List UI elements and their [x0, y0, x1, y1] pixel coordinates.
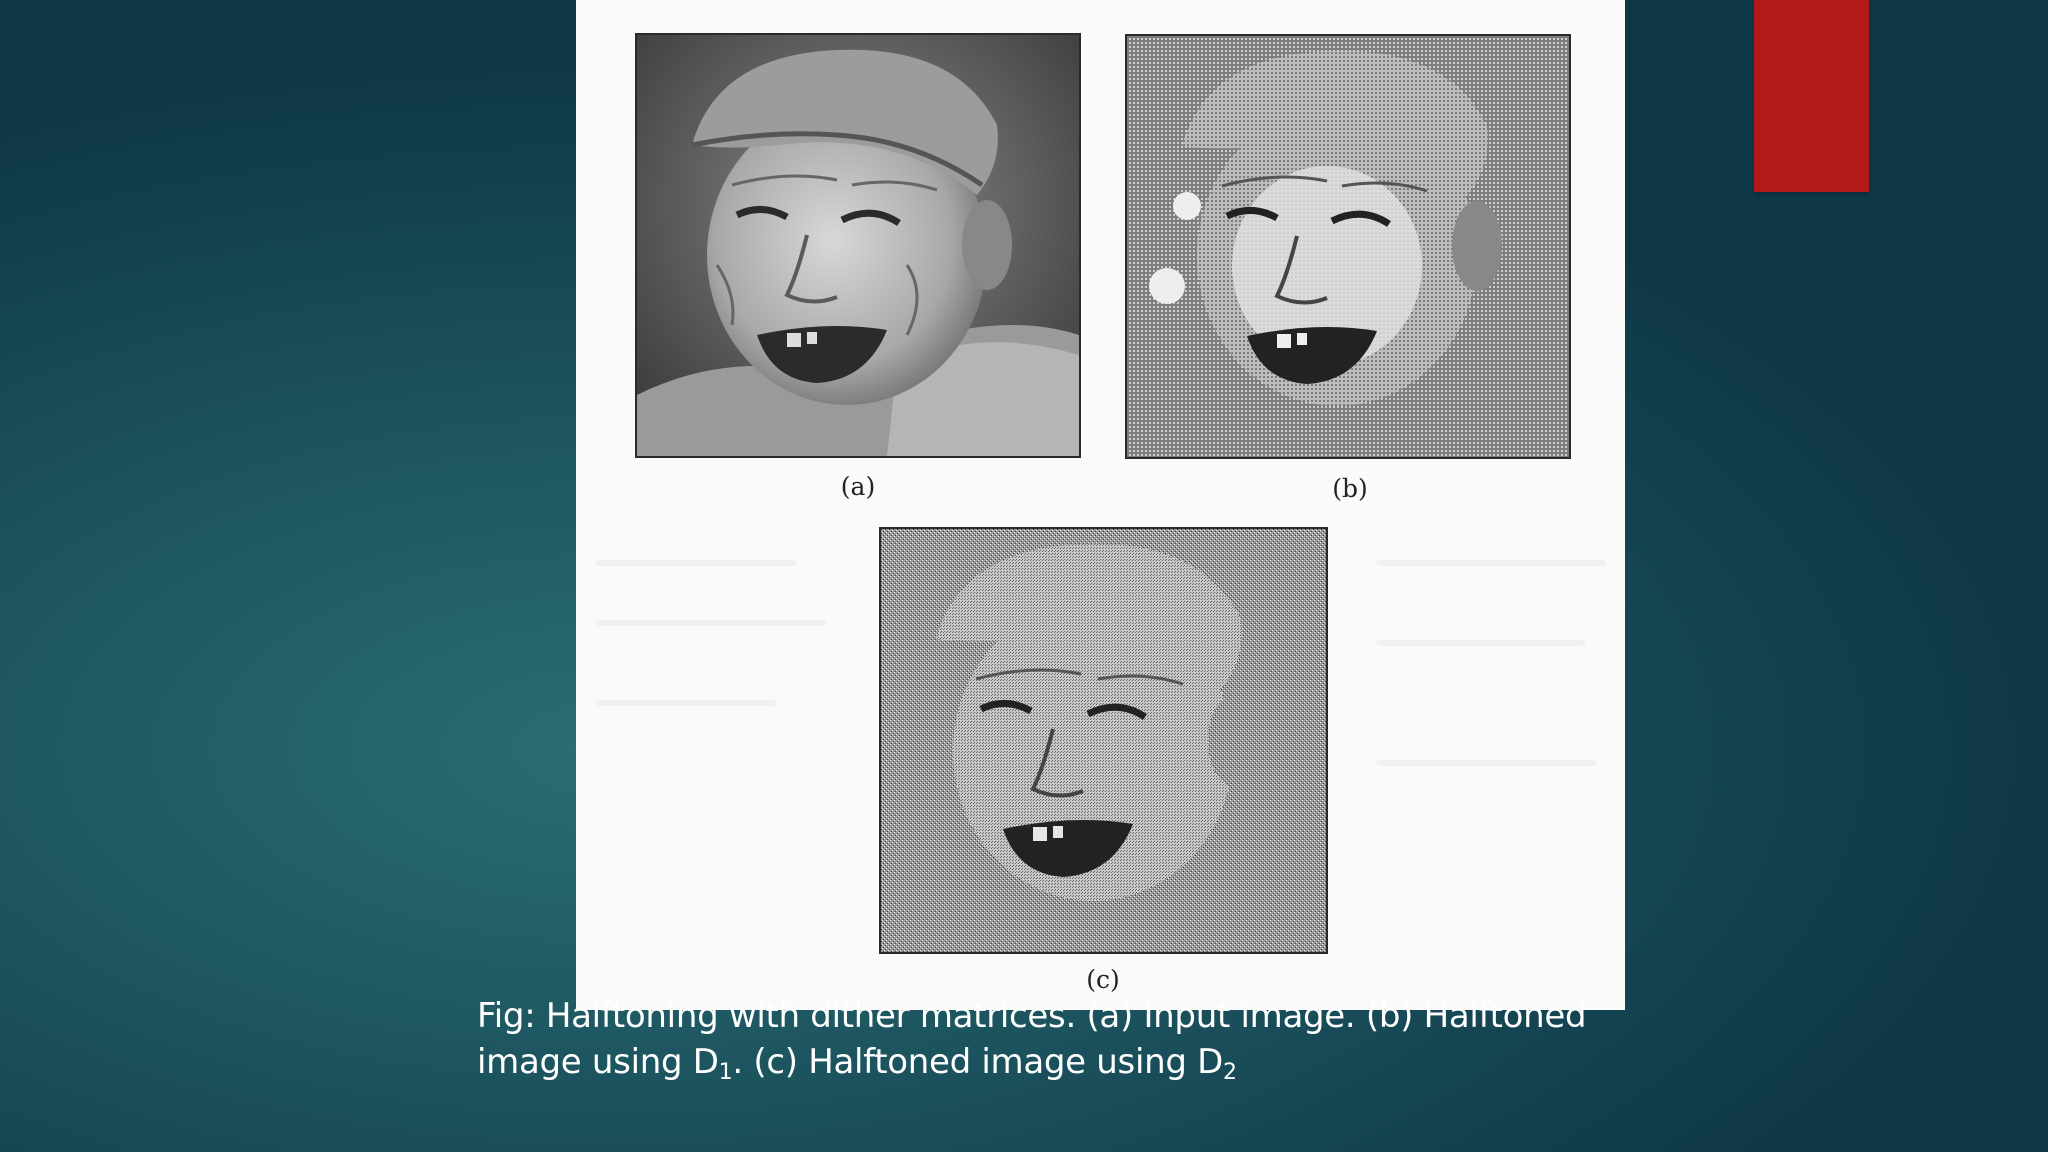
scan-artifact	[1376, 560, 1606, 566]
caption-line-1: Fig: Halftoning with dither matrices. (a…	[477, 996, 1587, 1036]
scan-artifact	[1376, 640, 1586, 646]
figure-caption: Fig: Halftoning with dither matrices. (a…	[477, 993, 1657, 1085]
scanned-figure-page: (a) (b) (c)	[576, 0, 1625, 1010]
label-b: (b)	[1332, 474, 1368, 503]
caption-line2-middle: . (c) Halftoned image using D	[732, 1042, 1224, 1082]
scan-artifact	[1376, 760, 1596, 766]
caption-subscript-1: 1	[718, 1060, 733, 1085]
scan-artifact	[596, 560, 796, 566]
scan-artifact	[596, 620, 826, 626]
input-image-a	[635, 33, 1081, 458]
caption-subscript-2: 2	[1223, 1060, 1237, 1085]
label-a: (a)	[840, 472, 876, 501]
accent-bar	[1754, 0, 1869, 192]
halftoned-image-b	[1125, 34, 1571, 459]
scan-artifact	[596, 700, 776, 706]
caption-line2-prefix: image using D	[477, 1042, 719, 1082]
label-c: (c)	[1086, 965, 1120, 994]
caption-line-2: image using D1. (c) Halftoned image usin…	[477, 1039, 1657, 1085]
halftoned-image-c	[879, 527, 1328, 954]
